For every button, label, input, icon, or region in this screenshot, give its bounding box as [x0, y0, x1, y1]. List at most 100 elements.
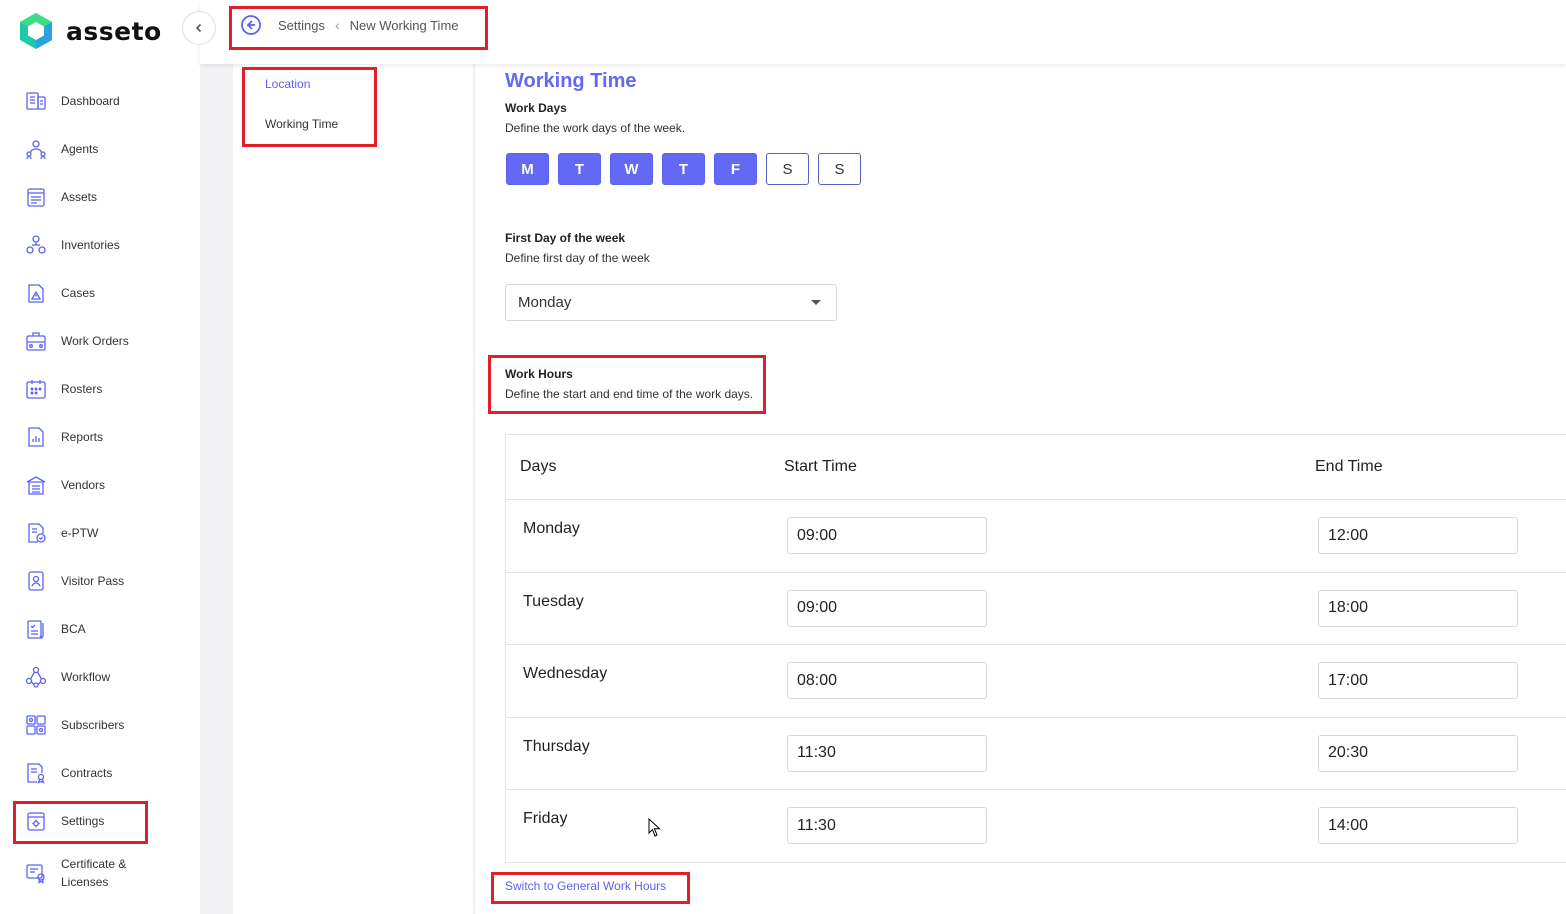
subscribers-icon: [26, 715, 46, 735]
sidebar-item-workflow[interactable]: Workflow: [0, 653, 200, 701]
eptw-icon: [28, 523, 46, 543]
asseto-logo-icon: [20, 13, 52, 49]
sidebar-item-label: BCA: [61, 622, 86, 636]
sidebar-item-agents[interactable]: Agents: [0, 125, 200, 173]
logo-text: asseto: [66, 16, 162, 46]
column-header-end-time: End Time: [1315, 458, 1383, 475]
dropdown-caret-icon: [811, 300, 821, 305]
sidebar-item-label: Inventories: [61, 238, 120, 252]
work-hours-table: Days Start Time End Time Monday Tuesday …: [505, 434, 1566, 863]
sidebar-item-label-line1: Certificate &: [61, 857, 127, 871]
day-toggle-tuesday[interactable]: T: [558, 153, 601, 185]
day-toggle-sunday[interactable]: S: [818, 153, 861, 185]
sidebar-item-settings[interactable]: Settings: [0, 797, 200, 845]
sidebar-item-assets[interactable]: Assets: [0, 173, 200, 221]
page-title: Working Time: [505, 70, 637, 92]
sidebar-item-label: Agents: [61, 142, 99, 156]
sidebar-item-label: Cases: [61, 286, 96, 300]
end-time-input[interactable]: [1318, 589, 1518, 627]
work-days-title: Work Days: [505, 101, 567, 115]
table-row: Thursday: [506, 718, 1566, 791]
sidebar-item-label-line2: Licenses: [61, 875, 109, 889]
row-day-name: Tuesday: [523, 592, 584, 610]
start-time-input[interactable]: [787, 807, 987, 845]
sidebar-item-visitor-pass[interactable]: Visitor Pass: [0, 557, 200, 605]
sidebar-nav: Dashboard Agents Assets Inventories Case…: [0, 77, 200, 901]
back-arrow-icon[interactable]: [240, 14, 262, 36]
first-day-select[interactable]: Monday: [505, 284, 837, 321]
work-days-toggle-group: M T W T F S S: [506, 153, 870, 185]
row-day-name: Thursday: [523, 737, 590, 755]
day-toggle-saturday[interactable]: S: [766, 153, 809, 185]
table-row: Wednesday: [506, 645, 1566, 718]
sidebar-item-inventories[interactable]: Inventories: [0, 221, 200, 269]
sidebar-item-label: Subscribers: [61, 718, 125, 732]
sidebar-item-dashboard[interactable]: Dashboard: [0, 77, 200, 125]
day-toggle-friday[interactable]: F: [714, 153, 757, 185]
start-time-input[interactable]: [787, 517, 987, 554]
subnav-item-location[interactable]: Location: [265, 77, 310, 91]
sidebar-item-subscribers[interactable]: Subscribers: [0, 701, 200, 749]
assets-icon: [27, 188, 45, 207]
chevron-left-icon: ‹: [334, 17, 340, 33]
settings-subnav: Location Working Time: [233, 64, 473, 914]
agents-icon: [26, 140, 46, 160]
day-toggle-wednesday[interactable]: W: [610, 153, 653, 185]
row-day-name: Wednesday: [523, 665, 608, 683]
breadcrumb-settings-link[interactable]: Settings: [278, 18, 325, 33]
day-toggle-thursday[interactable]: T: [662, 153, 705, 185]
column-header-days: Days: [520, 458, 557, 475]
sidebar-item-label: e-PTW: [61, 526, 99, 540]
sidebar-item-certificate-licenses[interactable]: Certificate & Licenses: [0, 845, 200, 901]
start-time-input[interactable]: [787, 662, 987, 700]
vendors-icon: [26, 476, 46, 495]
breadcrumb-current: New Working Time: [349, 17, 459, 33]
end-time-input[interactable]: [1318, 662, 1518, 700]
sidebar-item-label: Assets: [61, 190, 98, 204]
logo[interactable]: asseto: [18, 12, 162, 50]
mouse-cursor-icon: [648, 818, 661, 837]
end-time-input[interactable]: [1318, 517, 1518, 554]
work-orders-icon: [26, 332, 46, 351]
row-day-name: Monday: [523, 520, 580, 537]
row-day-name: Friday: [523, 810, 568, 828]
subnav-item-working-time[interactable]: Working Time: [265, 117, 338, 131]
sidebar-item-label: Workflow: [61, 670, 111, 684]
day-toggle-monday[interactable]: M: [506, 153, 549, 185]
cases-icon: [28, 284, 44, 303]
first-day-title: First Day of the week: [505, 231, 626, 245]
sidebar-item-cases[interactable]: Cases: [0, 269, 200, 317]
table-row: Monday: [506, 500, 1566, 573]
sidebar-item-label-multiline: Certificate & Licenses: [61, 855, 126, 891]
first-day-description: Define first day of the week: [505, 251, 650, 265]
rosters-icon: [26, 380, 46, 399]
sidebar-item-vendors[interactable]: Vendors: [0, 461, 200, 509]
work-hours-title: Work Hours: [505, 367, 573, 381]
sidebar-item-reports[interactable]: Reports: [0, 413, 200, 461]
table-row: Tuesday: [506, 573, 1566, 646]
work-days-description: Define the work days of the week.: [505, 121, 686, 135]
start-time-input[interactable]: [787, 734, 987, 772]
work-hours-description: Define the start and end time of the wor…: [505, 387, 754, 401]
table-row: Friday: [506, 790, 1566, 863]
workflow-icon: [25, 666, 47, 688]
sidebar-item-label: Contracts: [61, 766, 113, 780]
breadcrumb: Settings ‹ New Working Time: [240, 14, 459, 36]
sidebar-item-label: Vendors: [61, 478, 106, 492]
chevron-left-icon: [195, 23, 202, 33]
sidebar-item-contracts[interactable]: Contracts: [0, 749, 200, 797]
end-time-input[interactable]: [1318, 807, 1518, 845]
sidebar-item-work-orders[interactable]: Work Orders: [0, 317, 200, 365]
sidebar-item-label: Visitor Pass: [61, 574, 125, 588]
collapse-sidebar-button[interactable]: [182, 11, 216, 45]
table-header-row: Days Start Time End Time: [506, 435, 1566, 500]
start-time-input[interactable]: [787, 589, 987, 627]
sidebar-item-label: Work Orders: [61, 334, 129, 348]
end-time-input[interactable]: [1318, 734, 1518, 772]
main-content: Working Time Work Days Define the work d…: [475, 64, 1566, 914]
switch-to-general-work-hours-link[interactable]: Switch to General Work Hours: [505, 879, 666, 893]
sidebar-item-rosters[interactable]: Rosters: [0, 365, 200, 413]
sidebar-item-label: Dashboard: [61, 94, 120, 108]
sidebar-item-eptw[interactable]: e-PTW: [0, 509, 200, 557]
sidebar-item-bca[interactable]: BCA: [0, 605, 200, 653]
